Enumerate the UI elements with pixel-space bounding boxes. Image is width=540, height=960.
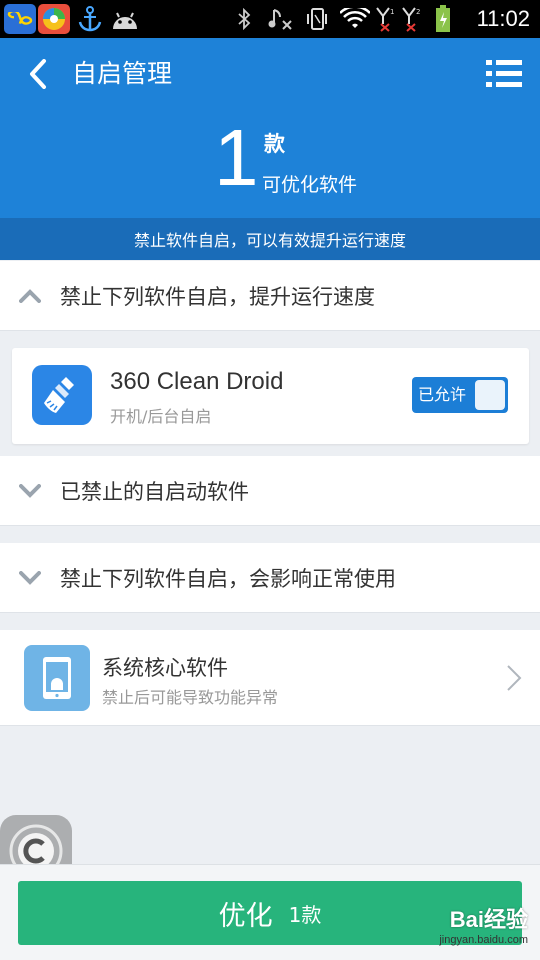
status-bar: 1 2 11:02: [0, 0, 540, 38]
chevron-up-icon: [0, 261, 60, 331]
section-recommended-title: 禁止下列软件自启，提升运行速度: [60, 284, 375, 309]
count-label: 可优化软件: [262, 174, 358, 196]
chevron-down-icon: [0, 456, 60, 526]
section-disabled-header[interactable]: 已禁止的自启动软件: [0, 456, 540, 526]
infinity-app-icon[interactable]: [4, 4, 36, 34]
battery-charging-icon: [432, 4, 454, 34]
phone-android-icon: [24, 645, 90, 711]
baidu-watermark: Bai经验 jingyan.baidu.com: [439, 902, 528, 946]
autostart-toggle[interactable]: 已允许: [412, 377, 508, 413]
menu-button[interactable]: [486, 58, 522, 90]
page-title: 自启管理: [72, 59, 173, 88]
broom-icon: [32, 365, 92, 425]
bluetooth-icon: [232, 4, 256, 34]
list-menu-icon: [486, 60, 522, 87]
header: 自启管理 1 款 可优化软件: [0, 38, 540, 218]
core-software-row[interactable]: 系统核心软件 禁止后可能导致功能异常: [0, 630, 540, 726]
music-muted-icon: [266, 4, 296, 34]
watermark-main: Bai经验: [449, 907, 528, 932]
section-risky-title: 禁止下列软件自启，会影响正常使用: [60, 566, 396, 591]
wifi-icon: [338, 4, 372, 34]
optimize-button-label: 优化: [218, 900, 273, 932]
core-subtitle: 禁止后可能导致功能异常: [102, 688, 279, 707]
colorful-app-icon[interactable]: [38, 4, 70, 34]
status-time: 11:02: [476, 6, 530, 31]
app-card-360-clean-droid: 360 Clean Droid 开机/后台自启 已允许: [12, 348, 529, 444]
section-recommended-header[interactable]: 禁止下列软件自启，提升运行速度: [0, 261, 540, 331]
android-app-icon[interactable]: [108, 4, 142, 34]
signal-sim1-icon: 1: [374, 4, 398, 34]
watermark-url: jingyan.baidu.com: [439, 934, 528, 946]
count-unit: 款: [264, 132, 285, 156]
svg-text:1: 1: [390, 8, 394, 16]
core-title: 系统核心软件: [102, 656, 228, 680]
chevron-right-icon: [506, 664, 522, 692]
section-disabled-title: 已禁止的自启动软件: [60, 479, 249, 504]
back-button[interactable]: [20, 56, 56, 92]
signal-sim2-icon: 2: [400, 4, 424, 34]
app-subtitle: 开机/后台自启: [110, 407, 212, 426]
vibrate-icon: [302, 4, 332, 34]
info-banner: 禁止软件自启，可以有效提升运行速度: [0, 218, 540, 260]
app-name: 360 Clean Droid: [110, 368, 284, 395]
optimize-button-count: 1款: [288, 902, 322, 927]
chevron-down-icon: [0, 543, 60, 613]
optimizable-count: 1: [214, 113, 259, 202]
chevron-left-icon: [30, 59, 46, 89]
anchor-app-icon[interactable]: [74, 4, 106, 34]
svg-text:2: 2: [416, 8, 420, 16]
toggle-knob: [475, 380, 505, 410]
section-risky-header[interactable]: 禁止下列软件自启，会影响正常使用: [0, 543, 540, 613]
toggle-label: 已允许: [418, 385, 467, 404]
